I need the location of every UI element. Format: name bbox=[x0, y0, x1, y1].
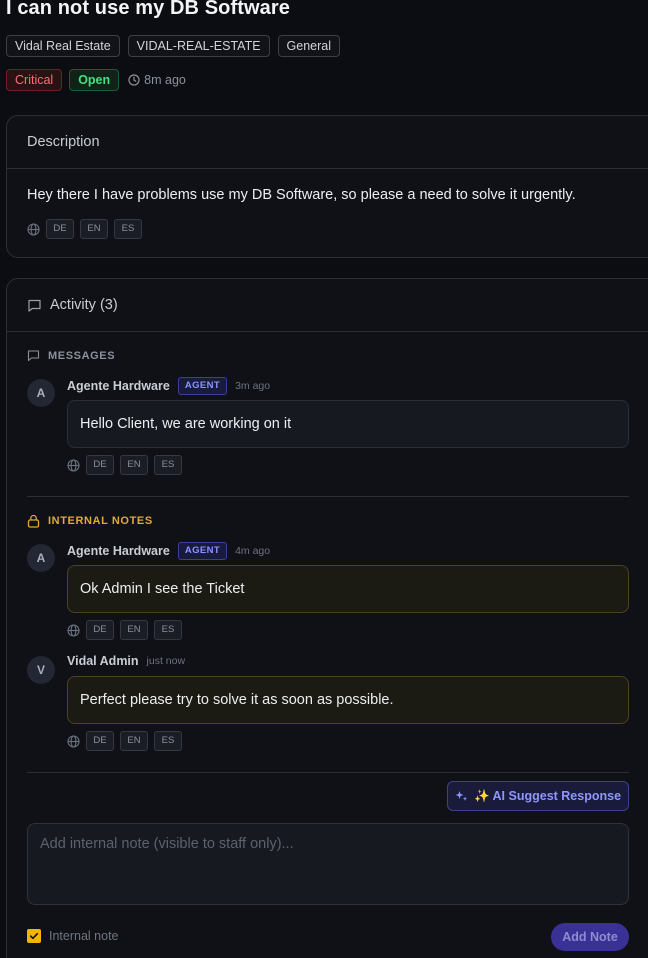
translate-de-button[interactable]: DE bbox=[86, 620, 114, 640]
translate-es-button[interactable]: ES bbox=[114, 219, 142, 239]
note-time: just now bbox=[146, 655, 186, 667]
avatar: V bbox=[27, 656, 55, 684]
activity-header: Activity (3) bbox=[7, 279, 648, 332]
ticket-detail-page: I can not use my DB Software Vidal Real … bbox=[0, 0, 648, 958]
description-card: Description Hey there I have problems us… bbox=[6, 115, 648, 258]
ticket-status-row: Critical Open 8m ago bbox=[6, 69, 186, 91]
tag-company-code[interactable]: VIDAL-REAL-ESTATE bbox=[127, 35, 270, 57]
internal-note-toggle[interactable]: Internal note bbox=[27, 929, 119, 943]
translate-en-button[interactable]: EN bbox=[120, 455, 148, 475]
translate-en-button[interactable]: EN bbox=[120, 731, 148, 751]
note-language-row: DE EN ES bbox=[67, 620, 182, 640]
translate-es-button[interactable]: ES bbox=[154, 620, 182, 640]
globe-icon bbox=[27, 222, 40, 236]
activity-heading: Activity (3) bbox=[50, 297, 118, 313]
globe-icon bbox=[67, 734, 80, 748]
translate-de-button[interactable]: DE bbox=[86, 731, 114, 751]
translate-de-button[interactable]: DE bbox=[86, 455, 114, 475]
tag-company[interactable]: Vidal Real Estate bbox=[6, 35, 120, 57]
note-bubble: Ok Admin I see the Ticket bbox=[67, 565, 629, 613]
ticket-title: I can not use my DB Software bbox=[6, 0, 290, 19]
message-language-row: DE EN ES bbox=[67, 455, 182, 475]
translate-es-button[interactable]: ES bbox=[154, 455, 182, 475]
sparkles-icon bbox=[455, 790, 468, 803]
section-divider bbox=[27, 496, 629, 497]
message-bubble: Hello Client, we are working on it bbox=[67, 400, 629, 448]
chat-bubble-icon bbox=[27, 298, 42, 313]
note-language-row: DE EN ES bbox=[67, 731, 182, 751]
avatar: A bbox=[27, 379, 55, 407]
note-time: 4m ago bbox=[235, 545, 271, 557]
translate-de-button[interactable]: DE bbox=[46, 219, 74, 239]
ai-suggest-label: ✨ AI Suggest Response bbox=[473, 788, 622, 803]
message-time: 3m ago bbox=[235, 380, 271, 392]
internal-notes-section-label: INTERNAL NOTES bbox=[27, 514, 153, 528]
ticket-tags: Vidal Real Estate VIDAL-REAL-ESTATE Gene… bbox=[6, 35, 341, 57]
ai-suggest-response-button[interactable]: ✨ AI Suggest Response bbox=[447, 781, 629, 811]
add-note-button[interactable]: Add Note bbox=[551, 923, 629, 951]
message-author: Agente Hardware bbox=[67, 379, 170, 393]
translate-en-button[interactable]: EN bbox=[80, 219, 108, 239]
note-author: Vidal Admin bbox=[67, 654, 139, 668]
avatar: A bbox=[27, 544, 55, 572]
priority-badge: Critical bbox=[6, 69, 63, 91]
internal-note-label: Internal note bbox=[49, 929, 119, 943]
messages-label-text: MESSAGES bbox=[48, 349, 116, 362]
lock-icon bbox=[27, 514, 40, 528]
messages-section-label: MESSAGES bbox=[27, 349, 115, 362]
internal-notes-label-text: INTERNAL NOTES bbox=[48, 515, 153, 527]
note-author: Agente Hardware bbox=[67, 544, 170, 558]
role-badge: AGENT bbox=[177, 377, 228, 395]
created-ago-text: 8m ago bbox=[144, 73, 186, 87]
translate-es-button[interactable]: ES bbox=[154, 731, 182, 751]
globe-icon bbox=[67, 458, 80, 472]
tag-category[interactable]: General bbox=[277, 35, 341, 57]
composer-divider bbox=[27, 772, 629, 773]
chat-bubble-icon bbox=[27, 349, 40, 362]
internal-note-input[interactable] bbox=[27, 823, 629, 905]
created-time: 8m ago bbox=[128, 73, 186, 87]
clock-icon bbox=[128, 74, 140, 86]
role-badge: AGENT bbox=[177, 542, 228, 560]
status-badge: Open bbox=[69, 69, 120, 91]
note-bubble: Perfect please try to solve it as soon a… bbox=[67, 676, 629, 724]
description-text: Hey there I have problems use my DB Soft… bbox=[27, 187, 576, 203]
globe-icon bbox=[67, 623, 80, 637]
translate-en-button[interactable]: EN bbox=[120, 620, 148, 640]
activity-card: Activity (3) MESSAGES A Agente Hardware … bbox=[6, 278, 648, 958]
description-heading: Description bbox=[7, 116, 648, 169]
description-language-row: DE EN ES bbox=[27, 219, 645, 239]
internal-note-checkbox[interactable] bbox=[27, 929, 41, 943]
